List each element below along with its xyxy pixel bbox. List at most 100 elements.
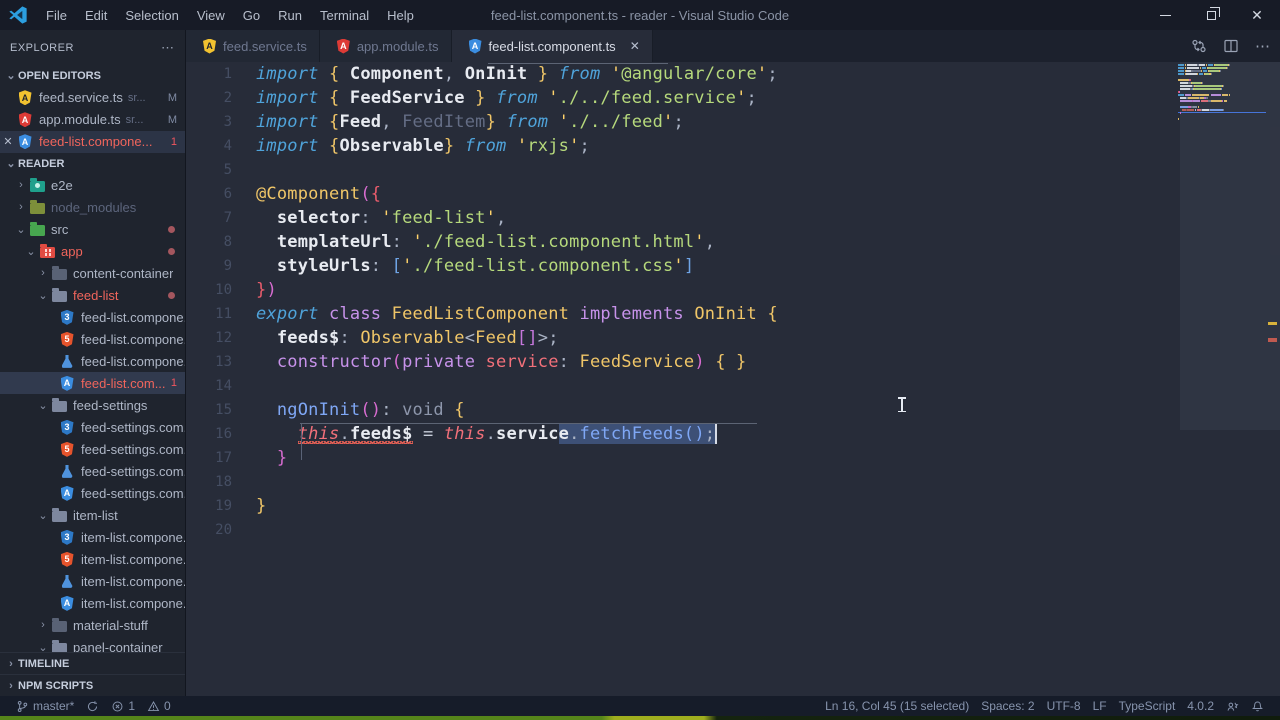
status-spaces-2[interactable]: Spaces: 2 xyxy=(975,696,1040,716)
tree-item-label: app xyxy=(61,243,83,259)
tree-item-label: item-list xyxy=(73,507,118,523)
tab-close-icon[interactable]: ✕ xyxy=(630,39,640,53)
code-token: this xyxy=(443,424,486,444)
code-token: [] xyxy=(516,328,538,348)
status-utf-8[interactable]: UTF-8 xyxy=(1041,696,1087,716)
tree-item-label: item-list.compone... xyxy=(81,595,185,611)
chevron-down-icon: ⌄ xyxy=(16,223,26,236)
tree-root-section[interactable]: ⌄ READER xyxy=(0,153,185,175)
html5-icon: 5 xyxy=(60,331,74,347)
status-feedback-icon[interactable] xyxy=(1220,696,1245,716)
open-changes-icon[interactable] xyxy=(1191,38,1207,54)
menu-run[interactable]: Run xyxy=(269,0,311,30)
code-line-8: 8 templateUrl: './feed-list.component.ht… xyxy=(186,230,1280,254)
status-sync-icon[interactable] xyxy=(80,696,105,716)
code-token: FeedItem xyxy=(402,112,486,132)
status-master[interactable]: master* xyxy=(10,696,80,716)
menu-go[interactable]: Go xyxy=(234,0,269,30)
tree-item-content-container[interactable]: › content-container xyxy=(0,262,185,284)
tree-item-item-listcompone[interactable]: 5 item-list.compone... xyxy=(0,548,185,570)
scrollbar-slider[interactable] xyxy=(1180,62,1280,430)
open-editor-item[interactable]: Aapp.module.ts sr... M xyxy=(0,109,185,131)
menu-selection[interactable]: Selection xyxy=(116,0,187,30)
code-token: = xyxy=(422,424,434,444)
minimize-icon[interactable] xyxy=(1142,0,1188,30)
tree-item-feed-listcom[interactable]: Afeed-list.com... 1 xyxy=(0,372,185,395)
menu-help[interactable]: Help xyxy=(378,0,423,30)
section-label: NPM SCRIPTS xyxy=(18,679,94,692)
menu-file[interactable]: File xyxy=(37,0,76,30)
tree-item-feed-list[interactable]: ⌄ feed-list xyxy=(0,284,185,306)
tree-item-item-listcompone[interactable]: Aitem-list.compone... xyxy=(0,592,185,614)
code-token: ' xyxy=(569,136,580,156)
status-lf[interactable]: LF xyxy=(1087,696,1113,716)
code-editor[interactable]: 1 import { Component, OnInit } from '@ang… xyxy=(186,62,1280,696)
tree-item-material-stuff[interactable]: › material-stuff xyxy=(0,614,185,636)
status-bell-icon[interactable] xyxy=(1245,696,1270,716)
tree-item-feed-settingscom[interactable]: Afeed-settings.com... xyxy=(0,482,185,504)
tree-item-feed-listcompone[interactable]: 3 feed-list.compone... xyxy=(0,306,185,328)
status-typescript[interactable]: TypeScript xyxy=(1113,696,1182,716)
restore-icon[interactable] xyxy=(1188,0,1234,30)
tree-item-feed-settings[interactable]: ⌄ feed-settings xyxy=(0,394,185,416)
tree-item-feed-settingscom[interactable]: 5 feed-settings.com... xyxy=(0,438,185,460)
tree-item-feed-settingscom[interactable]: 3 feed-settings.com... xyxy=(0,416,185,438)
status-0[interactable]: 0 xyxy=(141,696,177,716)
tab-app.module.ts[interactable]: Aapp.module.ts xyxy=(319,30,452,62)
tab-bar: Afeed.service.ts Aapp.module.ts Afeed-list… xyxy=(186,30,1280,62)
open-editor-item[interactable]: ✕ Afeed-list.compone... 1 xyxy=(0,130,185,153)
tree-item-item-list[interactable]: ⌄ item-list xyxy=(0,504,185,526)
tree-item-src[interactable]: ⌄ src xyxy=(0,218,185,240)
tree-item-feed-listcompone[interactable]: 5 feed-list.compone... xyxy=(0,328,185,350)
css3-icon: 3 xyxy=(60,309,74,325)
folder-open-icon xyxy=(50,640,68,652)
code-line-6: 6 @Component({ xyxy=(186,182,1280,206)
explorer-more-icon[interactable]: ⋯ xyxy=(161,40,175,56)
status-4-0-2[interactable]: 4.0.2 xyxy=(1181,696,1220,716)
menu-view[interactable]: View xyxy=(188,0,234,30)
code-line-15: 15 ngOnInit(): void { xyxy=(186,398,1280,422)
code-token: @Component xyxy=(256,184,361,204)
code-token: ngOnInit xyxy=(276,400,361,420)
tab-feed.service.ts[interactable]: Afeed.service.ts xyxy=(186,30,320,62)
open-editor-item[interactable]: Afeed.service.ts sr... M xyxy=(0,87,185,109)
tree-item-item-listcompone[interactable]: item-list.compone... xyxy=(0,570,185,592)
code-token: ' xyxy=(412,232,423,252)
close-editor-icon[interactable]: ✕ xyxy=(0,135,16,148)
code-token: import xyxy=(256,88,319,108)
tree-item-panel-container[interactable]: ⌄ panel-container xyxy=(0,636,185,652)
split-editor-icon[interactable] xyxy=(1223,38,1239,54)
open-editors-section[interactable]: ⌄ OPEN EDITORS xyxy=(0,65,185,87)
code-line-20: 20 xyxy=(186,518,1280,542)
tree-item-label: content-container xyxy=(73,265,174,281)
code-token: @angular/core xyxy=(621,64,757,84)
tab-feed-list.component.ts[interactable]: Afeed-list.component.ts ✕ xyxy=(451,30,653,62)
more-actions-icon[interactable]: ⋯ xyxy=(1255,37,1270,55)
code-token: { } xyxy=(715,352,747,372)
tree-item-feed-settingscom[interactable]: feed-settings.com... xyxy=(0,460,185,482)
menu-terminal[interactable]: Terminal xyxy=(311,0,378,30)
angular-blue-icon: A xyxy=(468,38,483,54)
modified-badge: M xyxy=(167,91,177,104)
open-editor-path: sr... xyxy=(125,113,144,126)
code-token: void xyxy=(402,400,444,420)
tree-item-nodemodules[interactable]: › node_modules xyxy=(0,196,185,218)
close-icon[interactable]: ✕ xyxy=(1234,0,1280,30)
code-line-11: 11 export class FeedListComponent impleme… xyxy=(186,302,1280,326)
status-1[interactable]: 1 xyxy=(105,696,141,716)
tree-item-app[interactable]: ⌄ app xyxy=(0,240,185,262)
section-npm-scripts[interactable]: › NPM SCRIPTS xyxy=(0,674,185,696)
code-line-3: 3 import {Feed, FeedItem} from './../feed… xyxy=(186,110,1280,134)
angular-red-icon: A xyxy=(18,112,32,128)
section-timeline[interactable]: › TIMELINE xyxy=(0,652,185,674)
status-ln-16-col-45-15-selected[interactable]: Ln 16, Col 45 (15 selected) xyxy=(819,696,975,716)
tree-item-feed-listcompone[interactable]: feed-list.compone... xyxy=(0,350,185,372)
line-number: 10 xyxy=(215,282,232,298)
menu-edit[interactable]: Edit xyxy=(76,0,116,30)
tree-item-e2e[interactable]: › e2e xyxy=(0,174,185,196)
sync-icon xyxy=(86,700,99,713)
tab-label: feed-list.component.ts xyxy=(488,38,616,54)
chevron-down-icon: ⌄ xyxy=(6,158,16,171)
tree-item-item-listcompone[interactable]: 3 item-list.compone... xyxy=(0,526,185,548)
code-token: FeedListComponent xyxy=(391,304,570,324)
